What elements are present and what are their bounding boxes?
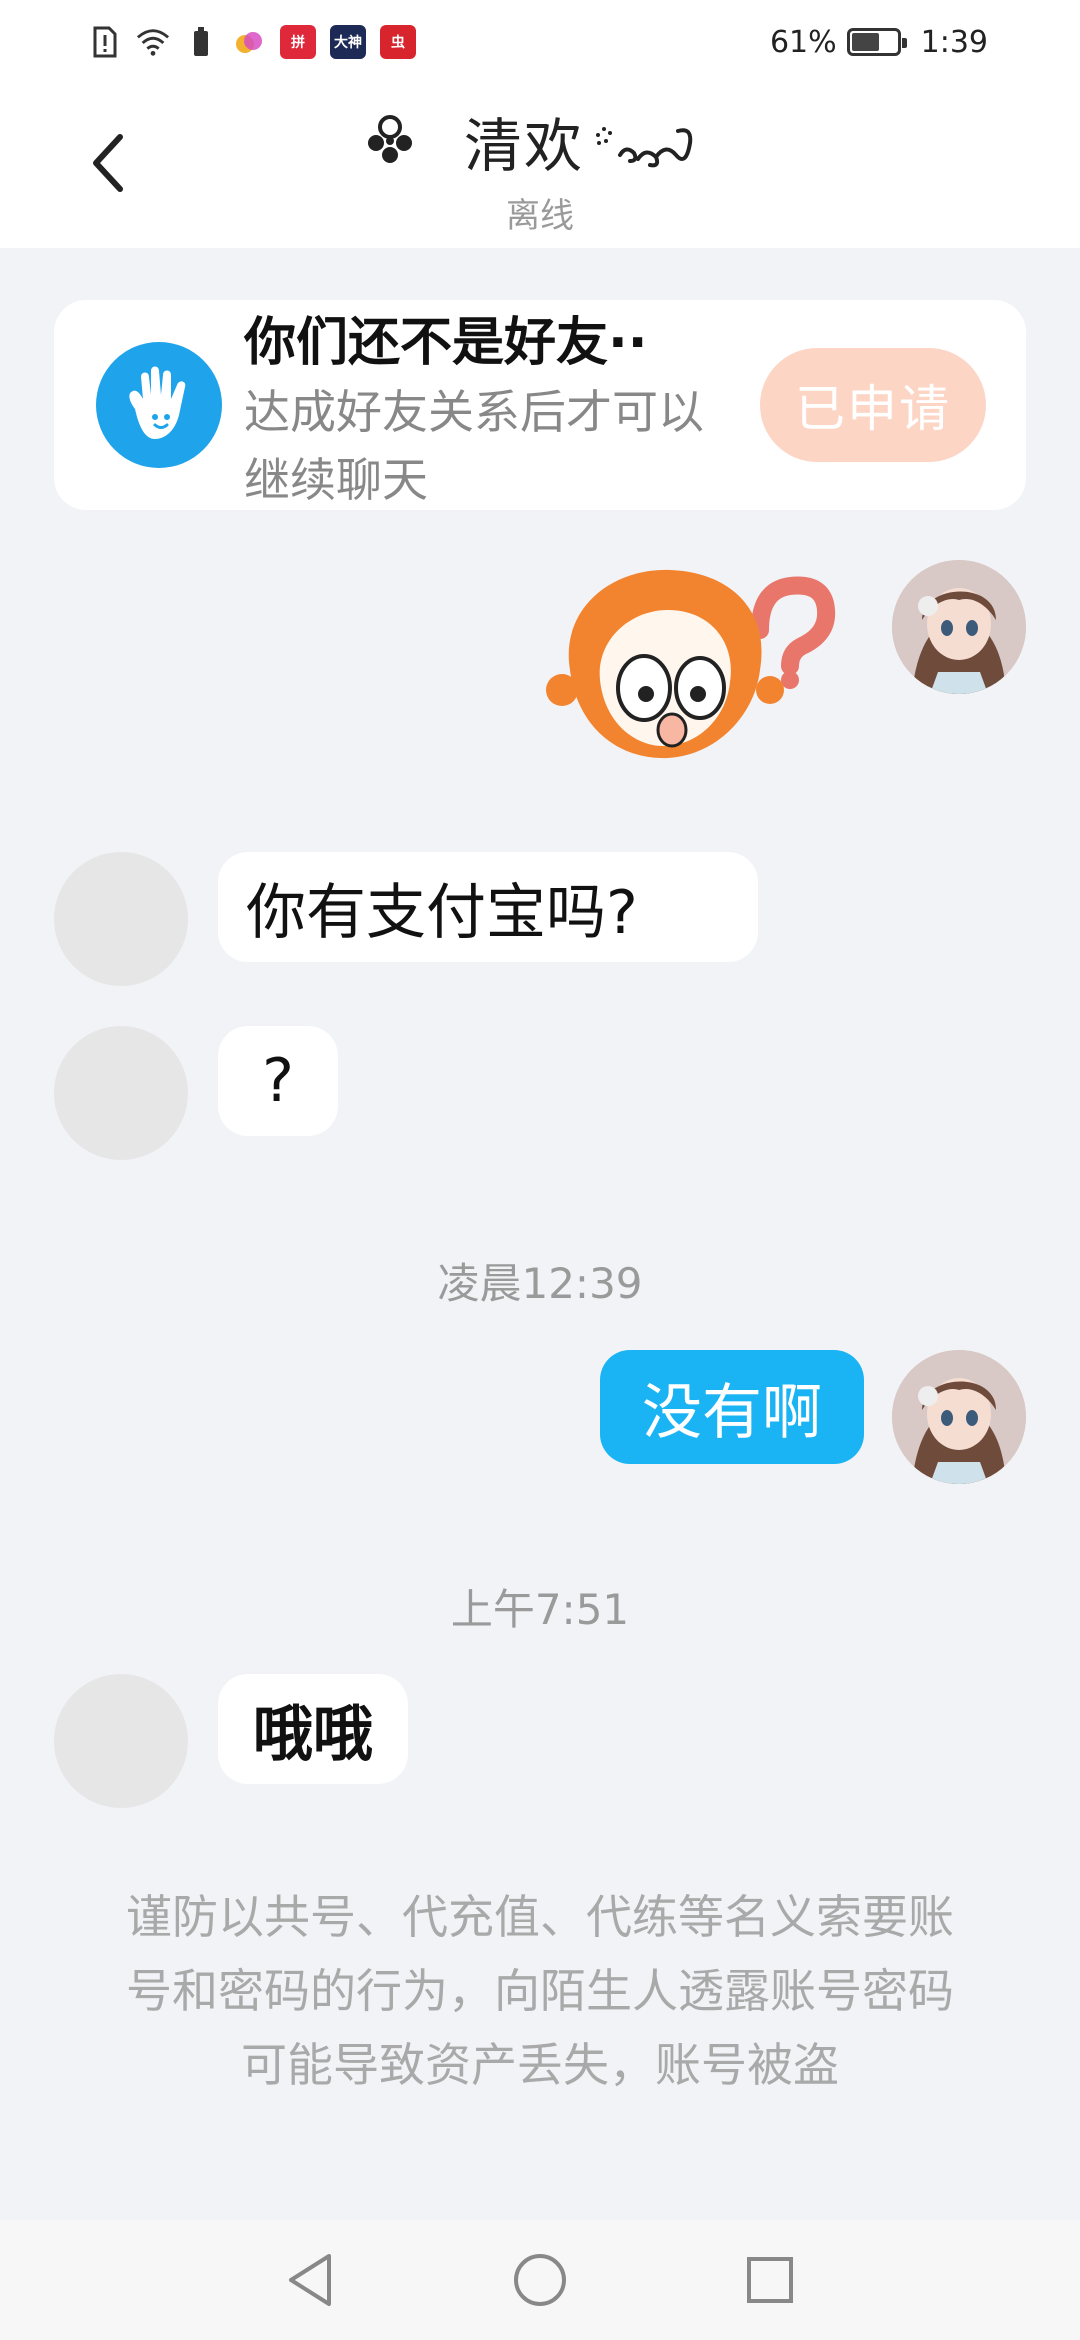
status-icons-right: 61% 1:39 xyxy=(770,22,988,62)
outgoing-message-bubble[interactable]: 没有啊 xyxy=(600,1350,864,1464)
incoming-message-bubble[interactable]: 哦哦 xyxy=(218,1674,408,1784)
chong-app-icon: 虫 xyxy=(380,25,416,59)
circle-home-icon xyxy=(514,2254,566,2306)
dashen-app-icon: 大神 xyxy=(330,25,366,59)
friend-notice-card: 你们还不是好友·· 达成好友关系后才可以继续聊天 已申请 xyxy=(54,300,1026,510)
status-bar: 拼 大神 虫 61% 1:39 xyxy=(0,0,1080,82)
system-nav-bar xyxy=(0,2220,1080,2340)
my-avatar[interactable] xyxy=(892,1350,1026,1484)
online-status: 离线 xyxy=(506,196,574,236)
contact-avatar[interactable] xyxy=(54,1674,188,1808)
triangle-back-icon xyxy=(289,2254,331,2306)
nav-home-button[interactable] xyxy=(510,2250,570,2310)
incoming-message-bubble[interactable]: 你有支付宝吗? xyxy=(218,852,758,962)
confused-character-sticker xyxy=(546,569,836,759)
hand-wave-icon xyxy=(96,342,222,468)
notice-description: 达成好友关系后才可以继续聊天 xyxy=(244,385,704,507)
wifi-icon xyxy=(136,25,170,59)
nav-recents-button[interactable] xyxy=(740,2250,800,2310)
message-text: 你有支付宝吗? xyxy=(246,877,638,948)
sim-alert-icon xyxy=(88,25,122,59)
battery-fill xyxy=(851,33,879,51)
message-timestamp: 凌晨12:39 xyxy=(437,1259,643,1308)
contact-name: 清欢 xyxy=(464,112,585,180)
message-timestamp: 上午7:51 xyxy=(450,1585,630,1634)
colorful-app-icon xyxy=(232,25,266,59)
clock: 1:39 xyxy=(920,24,988,60)
battery-saver-icon xyxy=(184,25,218,59)
notice-title: 你们还不是好友·· xyxy=(244,313,648,373)
flower-decoration-icon xyxy=(368,115,412,163)
battery-icon xyxy=(846,28,907,56)
status-icons-left: 拼 大神 虫 xyxy=(88,22,416,62)
security-warning: 谨防以共号、代充值、代练等名义索要账号和密码的行为，向陌生人透露账号密码可能导致… xyxy=(126,1890,954,2092)
pinduoduo-app-icon: 拼 xyxy=(280,25,316,59)
sticker-message[interactable] xyxy=(540,560,860,780)
message-text: 没有啊 xyxy=(642,1377,822,1448)
message-text: ? xyxy=(262,1046,294,1116)
contact-avatar[interactable] xyxy=(54,1026,188,1160)
contact-avatar[interactable] xyxy=(54,852,188,986)
message-text: 哦哦 xyxy=(253,1699,373,1770)
swirl-decoration-icon xyxy=(596,127,693,168)
battery-percent: 61% xyxy=(769,24,837,60)
contact-name-wrap[interactable]: 清欢 xyxy=(360,96,760,186)
nav-back-button[interactable] xyxy=(280,2250,340,2310)
applied-button[interactable]: 已申请 xyxy=(760,348,986,462)
chat-header: 清欢 离线 xyxy=(0,82,1080,248)
incoming-message-bubble[interactable]: ? xyxy=(218,1026,338,1136)
my-avatar[interactable] xyxy=(892,560,1026,694)
chevron-left-icon xyxy=(93,134,123,192)
square-recents-icon xyxy=(747,2257,793,2303)
